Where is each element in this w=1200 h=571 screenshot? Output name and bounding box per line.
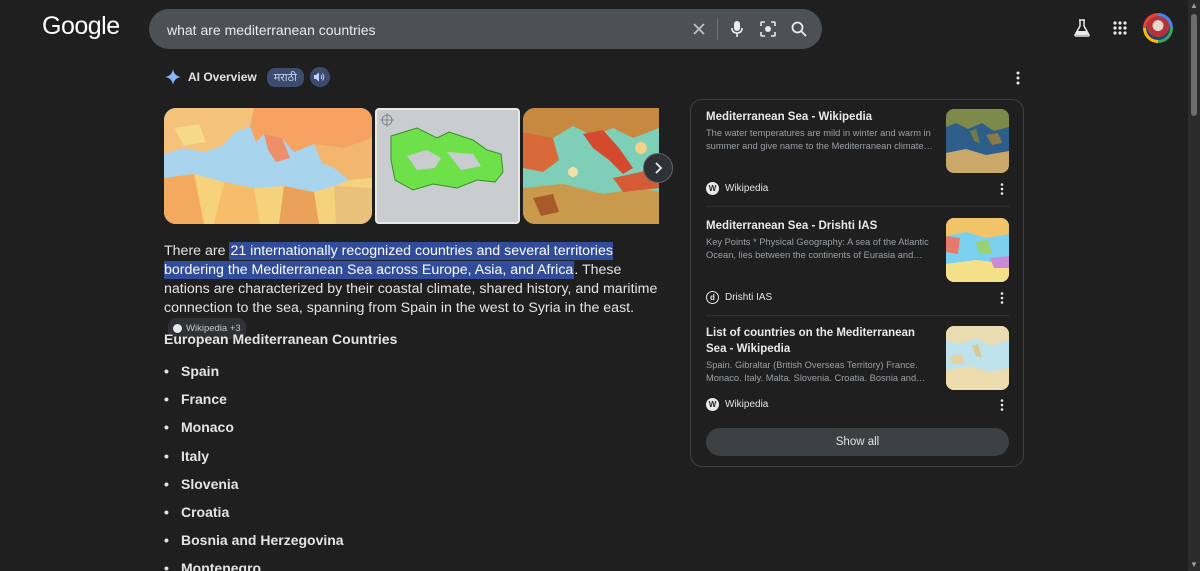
source-site[interactable]: W Wikipedia xyxy=(706,398,768,411)
language-chip[interactable]: मराठी xyxy=(266,67,304,87)
bullet: • xyxy=(164,503,169,520)
bullet: • xyxy=(164,447,169,464)
source-site-name: Drishti IAS xyxy=(725,292,773,303)
account-avatar[interactable] xyxy=(1143,13,1173,43)
country-name: Spain xyxy=(181,363,220,379)
list-item: • Montenegro xyxy=(164,558,344,571)
ai-overview-title: AI Overview xyxy=(188,70,257,84)
scroll-up-arrow-icon[interactable]: ▲ xyxy=(1190,2,1198,10)
bullet: • xyxy=(164,532,169,549)
divider xyxy=(706,206,1010,207)
show-all-button[interactable]: Show all xyxy=(706,428,1009,456)
source-card[interactable]: Mediterranean Sea - Drishti IAS Key Poin… xyxy=(706,218,1010,304)
list-item: • Croatia xyxy=(164,502,344,530)
source-thumbnail[interactable] xyxy=(946,109,1009,173)
divider xyxy=(706,315,1010,316)
country-name: France xyxy=(181,391,227,408)
clear-icon[interactable] xyxy=(687,17,711,41)
search-results-page: Google ▲ ▼ AI Overview xyxy=(0,0,1200,571)
apps-grid-icon[interactable] xyxy=(1108,16,1132,40)
mediterranean-political-map[interactable] xyxy=(164,108,372,224)
google-logo[interactable]: Google xyxy=(42,12,120,41)
source-snippet: The water temperatures are mild in winte… xyxy=(706,128,933,151)
source-card[interactable]: Mediterranean Sea - Wikipedia The water … xyxy=(706,109,1010,195)
country-name: Croatia xyxy=(181,503,230,520)
scroll-down-arrow-icon[interactable]: ▼ xyxy=(1190,561,1198,569)
lens-icon[interactable] xyxy=(756,17,780,41)
mediterranean-region-green-map[interactable] xyxy=(375,108,520,224)
more-options-icon[interactable] xyxy=(996,182,1008,196)
source-title[interactable]: Mediterranean Sea - Drishti IAS xyxy=(706,218,938,234)
source-site[interactable]: W Wikipedia xyxy=(706,182,768,195)
bullet: • xyxy=(164,391,169,408)
search-divider xyxy=(717,18,718,40)
list-item: • Spain xyxy=(164,361,344,389)
answer-prefix: There are xyxy=(164,243,230,259)
source-thumbnail[interactable] xyxy=(946,326,1009,390)
more-options-icon[interactable] xyxy=(996,291,1008,305)
search-bar[interactable] xyxy=(149,9,822,49)
wikipedia-favicon-icon: W xyxy=(706,398,719,411)
ai-answer-paragraph: There are 21 internationally recognized … xyxy=(164,242,664,339)
sparkle-icon xyxy=(165,69,181,85)
country-name: Monaco xyxy=(181,419,234,436)
bullet: • xyxy=(164,475,169,492)
drishti-favicon-icon: d xyxy=(706,291,719,304)
source-thumbnail[interactable] xyxy=(946,218,1009,282)
illustrated-italy-spain-map[interactable] xyxy=(523,108,659,224)
source-snippet: Key Points * Physical Geography: A sea o… xyxy=(706,237,929,260)
search-input[interactable] xyxy=(165,18,689,42)
scrollbar-thumb[interactable] xyxy=(1191,14,1197,116)
sources-panel: Mediterranean Sea - Wikipedia The water … xyxy=(690,99,1024,467)
more-options-icon[interactable] xyxy=(1012,70,1024,86)
bullet: • xyxy=(164,363,169,379)
labs-flask-icon[interactable] xyxy=(1070,16,1094,40)
avatar-image xyxy=(1146,16,1170,40)
country-name: Slovenia xyxy=(181,475,239,492)
country-name: Bosnia and Herzegovina xyxy=(181,532,344,549)
list-item: • Slovenia xyxy=(164,474,344,502)
more-options-icon[interactable] xyxy=(996,398,1008,412)
wikipedia-favicon-icon: W xyxy=(706,182,719,195)
bullet: • xyxy=(164,560,169,571)
source-site-name: Wikipedia xyxy=(725,183,769,194)
list-item: • Italy xyxy=(164,446,344,474)
country-name: Montenegro xyxy=(181,560,262,571)
mic-icon[interactable] xyxy=(725,17,749,41)
list-item: • Bosnia and Herzegovina xyxy=(164,530,344,558)
bullet: • xyxy=(164,419,169,436)
section-heading: European Mediterranean Countries xyxy=(164,331,398,347)
source-site-name: Wikipedia xyxy=(725,399,769,410)
search-icon[interactable] xyxy=(787,17,811,41)
list-item: • Monaco xyxy=(164,417,344,445)
carousel-next-button[interactable] xyxy=(643,153,673,183)
list-item: • France xyxy=(164,389,344,417)
country-list: • Spain • France • Monaco • Italy • Slovenia … xyxy=(164,361,344,571)
source-title[interactable]: List of countries on the Mediterranean S… xyxy=(706,325,938,357)
ai-overview-header: AI Overview मराठी xyxy=(165,67,330,87)
source-card[interactable]: List of countries on the Mediterranean S… xyxy=(706,325,1010,411)
source-snippet: Spain. Gibraltar (British Overseas Terri… xyxy=(706,360,926,383)
source-title[interactable]: Mediterranean Sea - Wikipedia xyxy=(706,109,938,125)
source-site[interactable]: d Drishti IAS xyxy=(706,291,772,304)
speaker-icon[interactable] xyxy=(309,67,330,87)
answer-highlight[interactable]: 21 internationally recognized countries … xyxy=(164,242,613,279)
country-name: Italy xyxy=(181,447,210,464)
